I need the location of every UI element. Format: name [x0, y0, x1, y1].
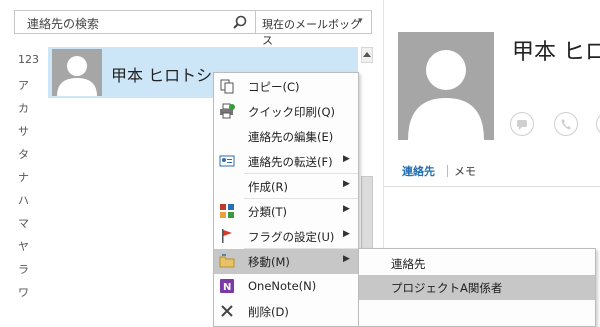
index-item-ya[interactable]: ヤ — [18, 238, 42, 254]
index-item-na[interactable]: ナ — [18, 169, 42, 185]
menu-item-label: 削除(D) — [248, 305, 289, 319]
index-item-wa[interactable]: ワ — [18, 284, 42, 300]
index-item-ha[interactable]: ハ — [18, 192, 42, 208]
index-item-a[interactable]: ア — [18, 77, 42, 93]
tab-memo[interactable]: メモ — [454, 163, 476, 179]
menu-item-copy[interactable]: コピー(C) — [214, 74, 358, 99]
search-scope-dropdown[interactable]: 現在のメールボックス ▾ — [256, 10, 372, 47]
contact-photo — [398, 32, 494, 140]
index-item-123[interactable]: 123 — [18, 53, 42, 66]
avatar — [52, 49, 102, 96]
index-item-ta[interactable]: タ — [18, 146, 42, 162]
chat-icon — [517, 120, 527, 130]
search-box[interactable]: 連絡先の検索 — [14, 10, 256, 34]
menu-item-label: コピー(C) — [248, 80, 300, 94]
tab-divider — [384, 186, 600, 187]
print-icon — [220, 103, 235, 119]
menu-item-label: 連絡先の転送(F) — [248, 155, 333, 169]
menu-item-quick-print[interactable]: クイック印刷(Q) — [214, 99, 358, 124]
menu-item-label: 分類(T) — [248, 205, 287, 219]
im-button[interactable] — [510, 112, 534, 136]
submenu-item-contacts-folder[interactable]: 連絡先 — [359, 251, 595, 276]
tab-contacts[interactable]: 連絡先 — [402, 163, 435, 179]
video-button[interactable] — [596, 112, 600, 136]
phone-icon — [561, 119, 571, 130]
scrollbar-thumb[interactable] — [361, 176, 373, 256]
person-icon — [57, 56, 97, 96]
menu-item-label: 作成(R) — [248, 180, 288, 194]
flag-icon — [222, 229, 232, 243]
submenu-arrow-icon: ▶ — [343, 154, 350, 164]
move-folder-icon — [219, 254, 235, 268]
index-item-ma[interactable]: マ — [18, 215, 42, 231]
submenu-item-label: プロジェクトA関係者 — [391, 281, 503, 295]
arrow-up-icon — [363, 52, 371, 57]
chevron-down-icon: ▾ — [358, 16, 363, 26]
index-item-ra[interactable]: ラ — [18, 261, 42, 277]
search-scope-label: 現在のメールボックス — [262, 18, 361, 47]
menu-item-label: 連絡先の編集(E) — [248, 130, 334, 144]
categorize-icon — [220, 204, 234, 218]
menu-item-move[interactable]: 移動(M) ▶ — [214, 249, 358, 274]
person-icon — [408, 50, 484, 140]
search-icon[interactable] — [231, 14, 249, 32]
tab-separator — [447, 165, 448, 177]
submenu-arrow-icon: ▶ — [343, 254, 350, 264]
copy-icon — [220, 79, 234, 94]
search-input[interactable]: 連絡先の検索 — [27, 15, 99, 32]
move-submenu: 連絡先 プロジェクトA関係者 — [358, 248, 596, 327]
menu-item-follow-up[interactable]: フラグの設定(U) ▶ — [214, 224, 358, 249]
submenu-item-label: 連絡先 — [391, 257, 426, 271]
context-menu: コピー(C) クイック印刷(Q) 連絡先の編集(E) 連絡先の転送(F) ▶ 作… — [213, 72, 359, 327]
menu-item-label: クイック印刷(Q) — [248, 105, 336, 119]
submenu-item-project-folder[interactable]: プロジェクトA関係者 — [359, 275, 595, 300]
onenote-icon: N — [220, 279, 234, 293]
menu-item-label: フラグの設定(U) — [248, 230, 335, 244]
menu-item-label: 移動(M) — [248, 255, 290, 269]
submenu-arrow-icon: ▶ — [343, 179, 350, 189]
menu-item-onenote[interactable]: N OneNote(N) — [214, 274, 358, 299]
contact-name: 甲本 ヒロトシ — [111, 66, 213, 85]
contact-card-icon — [219, 155, 235, 167]
delete-icon — [221, 305, 233, 317]
submenu-arrow-icon: ▶ — [343, 229, 350, 239]
svg-text:N: N — [223, 282, 231, 293]
menu-item-create[interactable]: 作成(R) ▶ — [214, 174, 358, 199]
index-item-sa[interactable]: サ — [18, 123, 42, 139]
scroll-up-button[interactable] — [361, 47, 373, 63]
menu-item-categorize[interactable]: 分類(T) ▶ — [214, 199, 358, 224]
contact-display-name: 甲本 ヒロ — [512, 40, 600, 65]
menu-item-delete[interactable]: 削除(D) — [214, 299, 358, 324]
submenu-arrow-icon: ▶ — [343, 204, 350, 214]
menu-item-edit-contact[interactable]: 連絡先の編集(E) — [214, 124, 358, 149]
menu-item-forward-contact[interactable]: 連絡先の転送(F) ▶ — [214, 149, 358, 174]
call-button[interactable] — [554, 112, 578, 136]
menu-item-label: OneNote(N) — [248, 279, 317, 293]
index-item-ka[interactable]: カ — [18, 100, 42, 116]
